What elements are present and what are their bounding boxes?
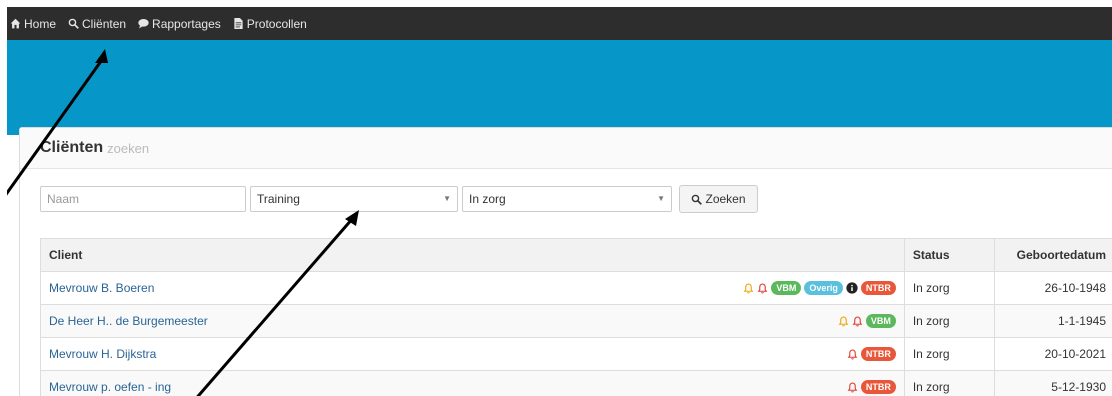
ntbr-badge: NTBR: [860, 281, 896, 295]
cell-geboortedatum: 20-10-2021: [993, 337, 1112, 371]
chevron-down-icon: ▼: [443, 194, 451, 203]
table-header-row: Client Status Geboortedatum: [40, 238, 1112, 272]
header-status[interactable]: Status: [903, 238, 995, 272]
ntbr-badge: NTBR: [860, 347, 896, 361]
nav-home[interactable]: Home: [7, 7, 62, 40]
cell-status: In zorg: [903, 370, 995, 396]
bell-icon: [838, 315, 849, 326]
client-badges: VBM: [838, 314, 896, 328]
panel-header: Cliënten zoeken: [20, 128, 1112, 169]
nav-protocollen-label: Protocollen: [246, 16, 307, 31]
bell-icon: [847, 348, 858, 359]
tag-badge: VBM: [771, 281, 802, 295]
search-icon: [68, 18, 79, 29]
home-icon: [10, 18, 21, 29]
client-name-link[interactable]: De Heer H.. de Burgemeester: [49, 314, 208, 328]
nav-clienten[interactable]: Cliënten: [62, 7, 132, 40]
cell-client: Mevrouw B. Boeren VBM Overig NTBR: [40, 271, 905, 305]
table-row[interactable]: Mevrouw H. Dijkstra NTBR In zorg 20-10-2…: [40, 337, 1112, 371]
training-select[interactable]: Training ▼: [250, 186, 458, 212]
bell-icon: [757, 282, 768, 293]
app-frame: Home Cliënten Rapportages Protocollen Cl…: [7, 7, 1112, 396]
table-row[interactable]: De Heer H.. de Burgemeester VBM In zorg …: [40, 304, 1112, 338]
clients-table: Client Status Geboortedatum Mevrouw B. B…: [40, 238, 1112, 396]
header-geboortedatum[interactable]: Geboortedatum: [993, 238, 1112, 272]
nav-protocollen[interactable]: Protocollen: [227, 7, 313, 40]
page-title: Cliënten: [40, 139, 104, 156]
cell-status: In zorg: [903, 271, 995, 305]
cell-geboortedatum: 5-12-1930: [993, 370, 1112, 396]
search-button-label: Zoeken: [705, 192, 746, 206]
search-button[interactable]: Zoeken: [679, 185, 758, 213]
tag-badge: VBM: [865, 314, 896, 328]
bell-icon: [847, 381, 858, 392]
search-icon: [692, 194, 703, 205]
nav-rapportages[interactable]: Rapportages: [132, 7, 227, 40]
clients-panel: Cliënten zoeken Training ▼ In zorg ▼ Zoe…: [19, 127, 1112, 396]
cell-client: Mevrouw p. oefen - ing NTBR: [40, 370, 905, 396]
client-name-link[interactable]: Mevrouw p. oefen - ing: [49, 380, 171, 394]
nav-rapportages-label: Rapportages: [152, 16, 221, 31]
table-row[interactable]: Mevrouw p. oefen - ing NTBR In zorg 5-12…: [40, 370, 1112, 396]
zorg-status-select[interactable]: In zorg ▼: [462, 186, 672, 212]
bell-icon: [743, 282, 754, 293]
client-badges: NTBR: [847, 380, 896, 394]
cell-status: In zorg: [903, 337, 995, 371]
zorg-select-value: In zorg: [469, 192, 506, 206]
client-badges: VBM Overig NTBR: [743, 281, 896, 295]
page-subtitle: zoeken: [107, 140, 150, 156]
top-navbar: Home Cliënten Rapportages Protocollen: [7, 7, 1112, 40]
bell-icon: [852, 315, 863, 326]
info-icon[interactable]: [846, 282, 858, 294]
file-icon: [234, 18, 243, 29]
cell-client: Mevrouw H. Dijkstra NTBR: [40, 337, 905, 371]
training-select-value: Training: [257, 192, 300, 206]
ntbr-badge: NTBR: [860, 380, 896, 394]
header-client[interactable]: Client: [40, 238, 905, 272]
header-banner: [7, 40, 1112, 135]
chevron-down-icon: ▼: [657, 194, 665, 203]
comment-icon: [138, 19, 149, 29]
cell-geboortedatum: 26-10-1948: [993, 271, 1112, 305]
nav-home-label: Home: [24, 16, 57, 31]
client-badges: NTBR: [847, 347, 896, 361]
client-name-link[interactable]: Mevrouw H. Dijkstra: [49, 347, 156, 361]
table-row[interactable]: Mevrouw B. Boeren VBM Overig NTBR In zorg …: [40, 271, 1112, 305]
nav-clienten-label: Cliënten: [82, 16, 127, 31]
name-search-input[interactable]: [40, 186, 246, 212]
client-name-link[interactable]: Mevrouw B. Boeren: [49, 281, 154, 295]
cell-geboortedatum: 1-1-1945: [993, 304, 1112, 338]
cell-status: In zorg: [903, 304, 995, 338]
tag-badge: Overig: [804, 281, 843, 295]
cell-client: De Heer H.. de Burgemeester VBM: [40, 304, 905, 338]
